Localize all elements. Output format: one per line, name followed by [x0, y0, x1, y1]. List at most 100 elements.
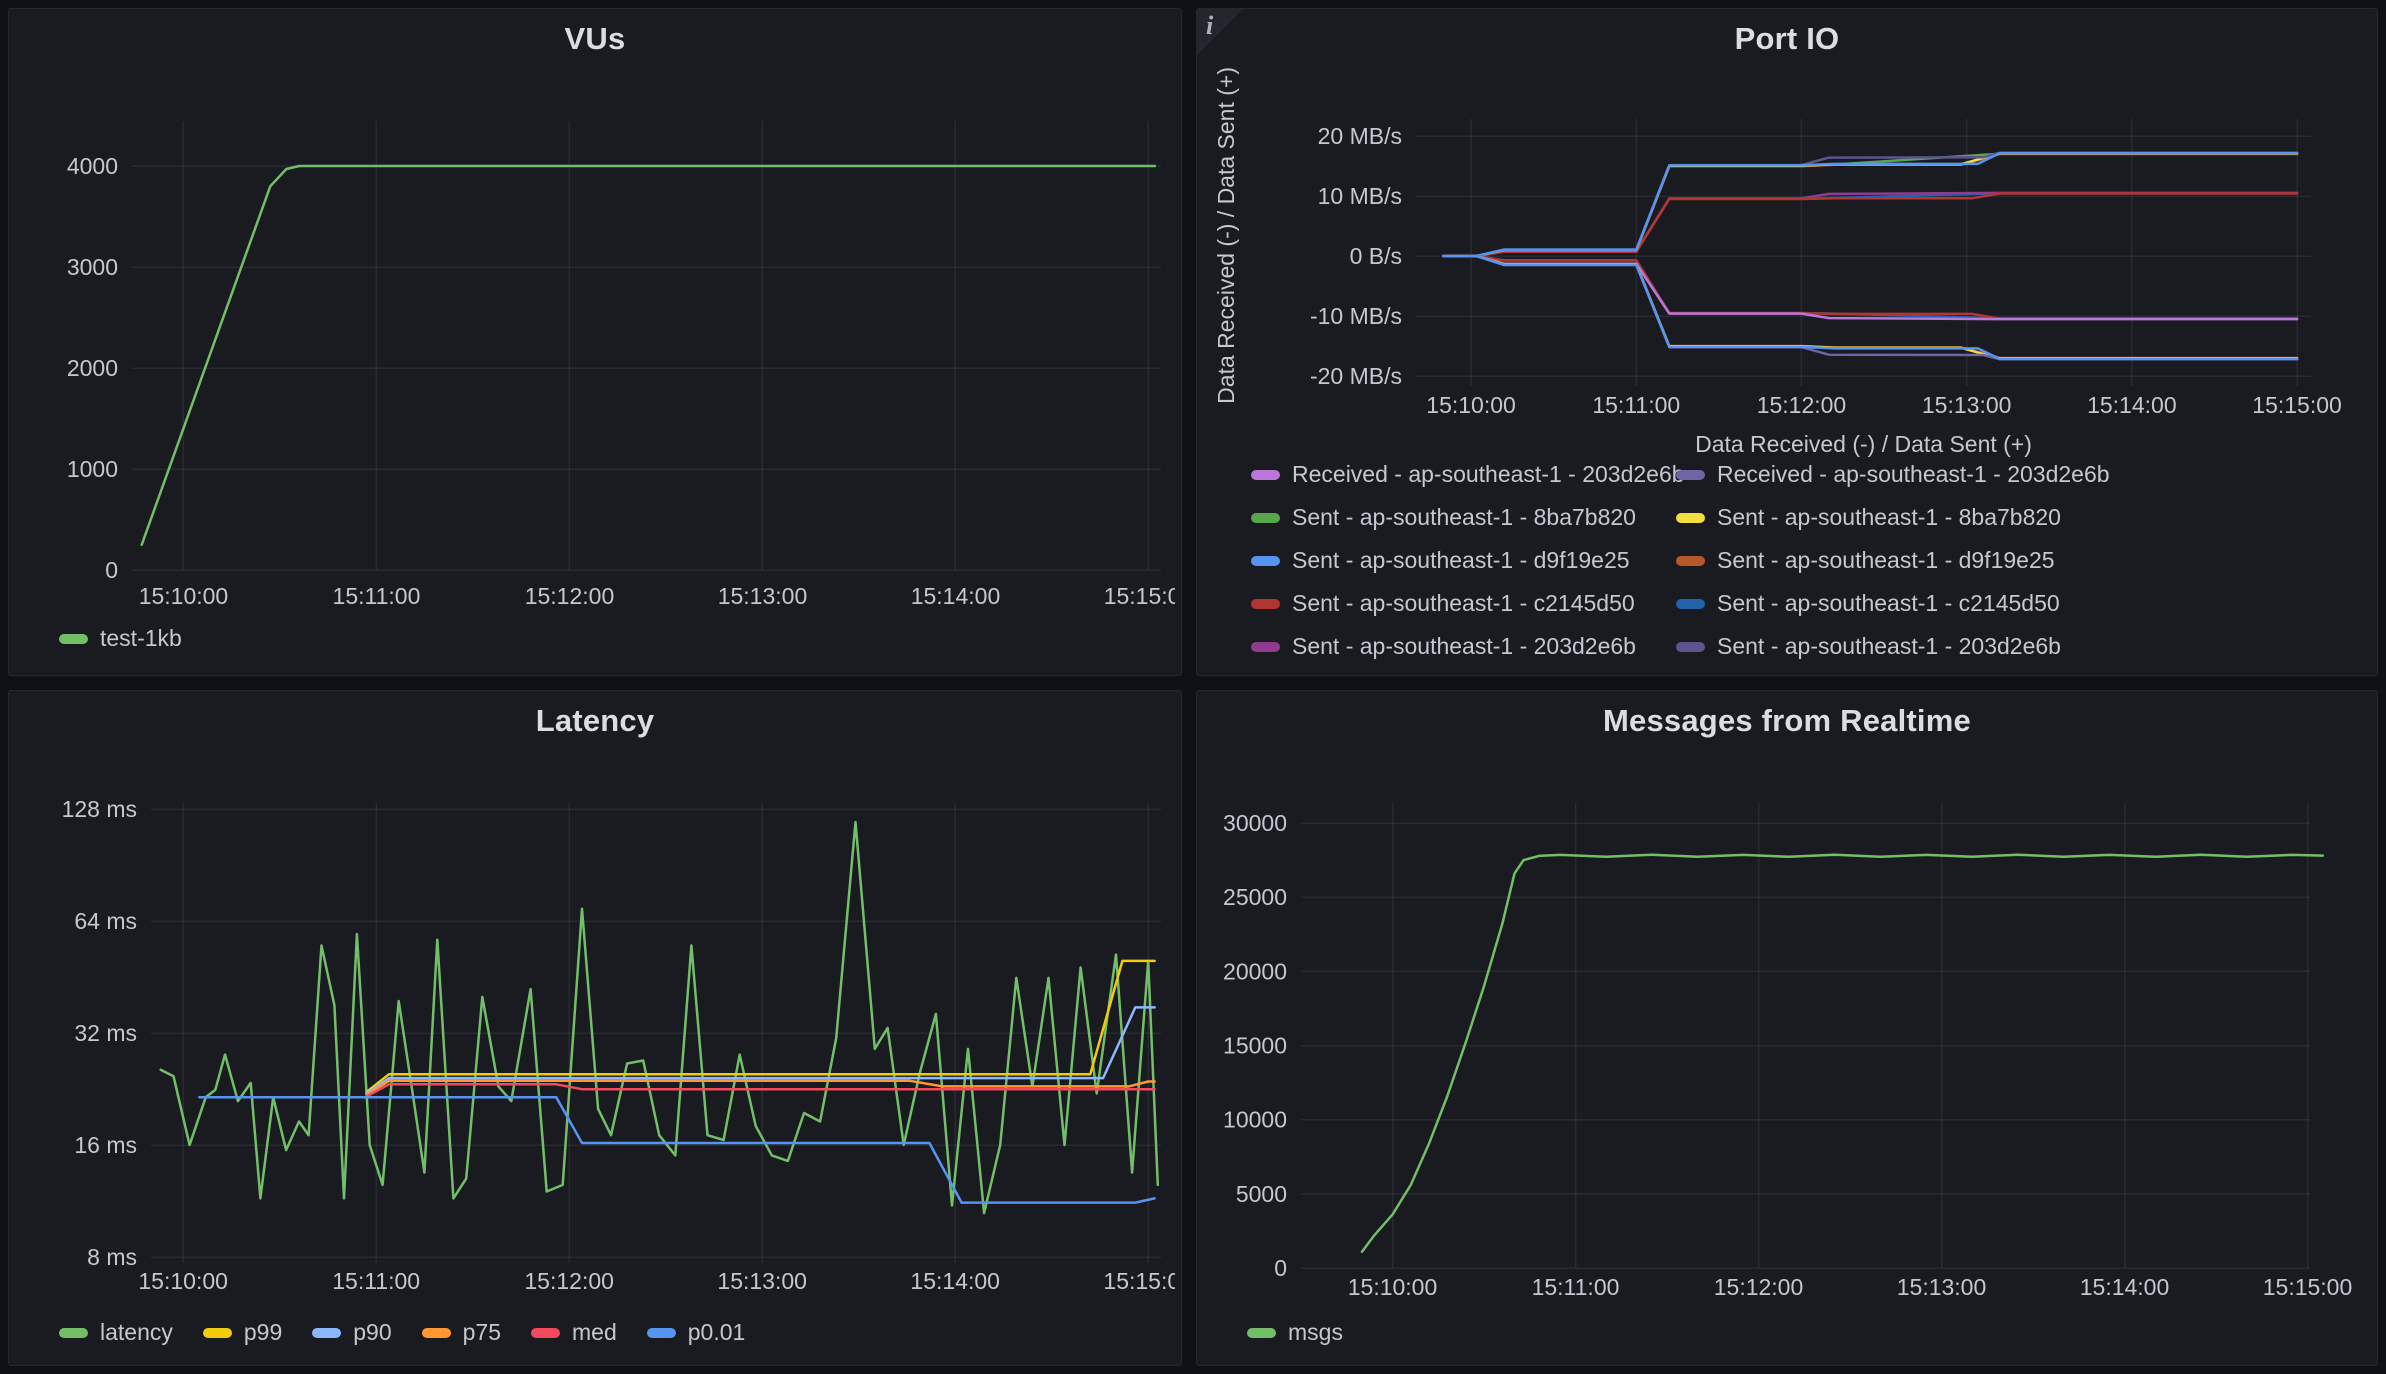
legend-series-color-chip	[1251, 513, 1280, 523]
legend-series-color-chip	[647, 1328, 676, 1338]
legend-series-label: Sent - ap-southeast-1 - c2145d50	[1292, 590, 1635, 617]
y-tick-label: 128 ms	[62, 796, 137, 822]
legend-item[interactable]: p0.01	[647, 1319, 746, 1346]
series-line	[1444, 153, 2298, 256]
panel-title-port-io[interactable]: Port IO	[1197, 21, 2377, 57]
x-tick-label: 15:14:00	[911, 583, 1001, 609]
x-tick-label: 15:14:00	[2087, 392, 2177, 418]
grafana-dashboard: VUs 0100020003000400015:10:0015:11:0015:…	[0, 0, 2386, 1374]
y-tick-label: 1000	[67, 456, 118, 482]
latency-chart[interactable]: 8 ms16 ms32 ms64 ms128 ms15:10:0015:11:0…	[17, 743, 1175, 1315]
legend-series-color-chip	[1251, 599, 1280, 609]
port-io-chart[interactable]: 20 MB/s10 MB/s0 B/s-10 MB/s-20 MB/s15:10…	[1205, 61, 2371, 463]
panel-title-messages[interactable]: Messages from Realtime	[1197, 703, 2377, 739]
legend-series-label: Sent - ap-southeast-1 - c2145d50	[1717, 590, 2060, 617]
panel-latency: Latency 8 ms16 ms32 ms64 ms128 ms15:10:0…	[8, 690, 1182, 1366]
legend-series-color-chip	[59, 1328, 88, 1338]
legend-item[interactable]: Sent - ap-southeast-1 - c2145d50	[1251, 590, 1676, 617]
legend-series-label: Sent - ap-southeast-1 - 8ba7b820	[1717, 504, 2061, 531]
messages-chart[interactable]: 05000100001500020000250003000015:10:0015…	[1205, 743, 2371, 1315]
legend-item[interactable]: Received - ap-southeast-1 - 203d2e6b	[1676, 464, 2367, 488]
y-tick-label: 64 ms	[74, 908, 137, 934]
panel-messages: Messages from Realtime 05000100001500020…	[1196, 690, 2378, 1366]
legend-series-color-chip	[1676, 556, 1705, 566]
legend-item[interactable]: Sent - ap-southeast-1 - d9f19e25	[1676, 547, 2367, 574]
legend-series-color-chip	[312, 1328, 341, 1338]
x-tick-label: 15:12:00	[1757, 392, 1847, 418]
series-line	[1444, 153, 2298, 256]
series-line	[1444, 153, 2298, 256]
series-line	[1444, 154, 2298, 256]
series-line	[142, 166, 1155, 545]
legend-series-color-chip	[1251, 556, 1280, 566]
x-tick-label: 15:13:00	[718, 583, 808, 609]
legend-series-label: p99	[244, 1319, 282, 1346]
series-line	[367, 961, 1155, 1092]
panel-info-corner[interactable]: i	[1197, 9, 1243, 55]
series-line	[1444, 194, 2298, 257]
legend-item[interactable]: test-1kb	[59, 625, 182, 652]
series-line	[1444, 256, 2298, 359]
y-tick-label: -20 MB/s	[1310, 363, 1402, 389]
x-axis-label: Data Received (-) / Data Sent (+)	[1695, 431, 2032, 457]
series-line	[1444, 256, 2298, 358]
legend-item[interactable]: Received - ap-southeast-1 - 203d2e6b	[1251, 464, 1676, 488]
legend-series-color-chip	[531, 1328, 560, 1338]
legend-series-color-chip	[1247, 1328, 1276, 1338]
x-tick-label: 15:12:00	[524, 1268, 614, 1294]
panel-title-vus[interactable]: VUs	[9, 21, 1181, 57]
x-tick-label: 15:13:00	[1922, 392, 2012, 418]
port-io-legend: Received - ap-southeast-1 - 203d2e6b Sent…	[1251, 464, 2367, 668]
x-tick-label: 15:10:00	[138, 1268, 228, 1294]
legend-item[interactable]: Sent - ap-southeast-1 - d9f19e25	[1251, 547, 1676, 574]
legend-item[interactable]: Sent - ap-southeast-1 - 203d2e6b	[1251, 633, 1676, 660]
legend-series-label: Sent - ap-southeast-1 - d9f19e25	[1717, 547, 2055, 574]
legend-item[interactable]: latency	[59, 1319, 173, 1346]
series-line	[1444, 154, 2298, 256]
legend-series-color-chip	[1676, 513, 1705, 523]
legend-series-label: latency	[100, 1319, 173, 1346]
legend-item[interactable]: p90	[312, 1319, 391, 1346]
legend-item[interactable]: Sent - ap-southeast-1 - 203d2e6b	[1676, 633, 2367, 660]
legend-item[interactable]: msgs	[1247, 1319, 1343, 1346]
legend-series-label: test-1kb	[100, 625, 182, 652]
legend-series-label: p75	[463, 1319, 501, 1346]
y-tick-label: 16 ms	[74, 1132, 137, 1158]
series-line	[1444, 193, 2298, 256]
vus-chart[interactable]: 0100020003000400015:10:0015:11:0015:12:0…	[17, 61, 1175, 621]
series-line	[1444, 193, 2298, 256]
x-tick-label: 15:14:00	[910, 1268, 1000, 1294]
legend-series-label: Received - ap-southeast-1 - 203d2e6b	[1717, 464, 2110, 488]
legend-item[interactable]: p99	[203, 1319, 282, 1346]
x-tick-label: 15:10:00	[139, 583, 229, 609]
y-tick-label: 25000	[1223, 884, 1287, 910]
y-tick-label: 5000	[1236, 1181, 1287, 1207]
legend-series-label: Received - ap-southeast-1 - 203d2e6b	[1292, 464, 1685, 488]
panel-vus: VUs 0100020003000400015:10:0015:11:0015:…	[8, 8, 1182, 676]
legend-item[interactable]: med	[531, 1319, 617, 1346]
series-line	[1444, 256, 2298, 358]
legend-item[interactable]: Sent - ap-southeast-1 - 8ba7b820	[1251, 504, 1676, 531]
legend-series-color-chip	[1251, 642, 1280, 652]
legend-item[interactable]: Sent - ap-southeast-1 - c2145d50	[1676, 590, 2367, 617]
x-tick-label: 15:11:00	[1532, 1274, 1620, 1300]
legend-series-label: p0.01	[688, 1319, 746, 1346]
legend-series-color-chip	[1251, 470, 1280, 480]
panel-port-io: i Port IO Data Received (-) / Data Sent …	[1196, 8, 2378, 676]
y-tick-label: 0	[1274, 1255, 1287, 1281]
legend-item[interactable]: Sent - ap-southeast-1 - 8ba7b820	[1676, 504, 2367, 531]
legend-item[interactable]: p75	[422, 1319, 501, 1346]
y-tick-label: 4000	[67, 153, 118, 179]
messages-legend: msgs	[1247, 1319, 1343, 1346]
legend-series-label: msgs	[1288, 1319, 1343, 1346]
x-tick-label: 15:12:00	[525, 583, 615, 609]
y-tick-label: 8 ms	[87, 1244, 137, 1270]
series-line	[367, 1081, 1155, 1095]
series-line	[1362, 855, 2323, 1252]
x-tick-label: 15:11:00	[1592, 392, 1680, 418]
y-tick-label: 15000	[1223, 1033, 1287, 1059]
info-icon: i	[1206, 11, 1213, 41]
x-tick-label: 15:11:00	[332, 1268, 420, 1294]
panel-title-latency[interactable]: Latency	[9, 703, 1181, 739]
port-io-legend-clip: Received - ap-southeast-1 - 203d2e6b Sent…	[1251, 464, 2367, 668]
